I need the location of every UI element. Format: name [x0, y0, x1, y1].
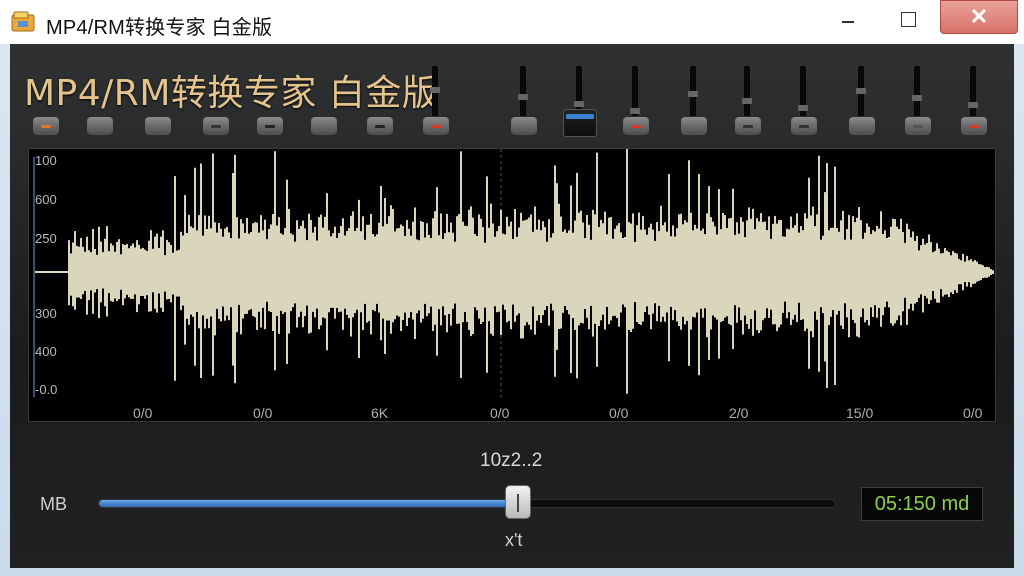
fader-thumb[interactable] [912, 95, 922, 101]
pause-icon [375, 124, 385, 128]
tool-button-15[interactable] [848, 116, 876, 136]
y-label: -0.0 [35, 382, 58, 397]
minimize-icon [842, 21, 854, 23]
blank-icon [519, 125, 529, 128]
time-display-text: 05:150 md [874, 492, 970, 515]
play-icon [743, 124, 753, 128]
blank-icon [319, 125, 329, 128]
main-panel: MP4/RM转换专家 白金版 100 600 250 300 400 -0.0 … [10, 44, 1014, 568]
maximize-icon [900, 11, 916, 27]
x-label: 0/0 [609, 405, 629, 421]
fader-thumb[interactable] [574, 101, 584, 107]
lines-icon [799, 124, 809, 128]
tool-button-10[interactable] [563, 109, 597, 137]
fader-thumb[interactable] [630, 108, 640, 114]
tool-button-11[interactable] [622, 116, 650, 136]
fader-thumb[interactable] [688, 91, 698, 97]
dash-icon [913, 124, 923, 128]
y-label: 300 [35, 306, 57, 321]
app-icon [11, 11, 35, 32]
mb-label: MB [40, 494, 67, 514]
waveform-bars [68, 149, 994, 394]
waveform-display[interactable] [29, 149, 995, 421]
app-window: MP4/RM转换专家 白金版 ✕ MP4/RM转换专家 白金版 100 600 … [0, 0, 1024, 576]
blank-icon [857, 125, 867, 128]
tool-button-9[interactable] [510, 116, 538, 136]
tool-button-3[interactable] [144, 116, 172, 136]
brand-title: MP4/RM转换专家 白金版 [24, 73, 439, 114]
split-icon [265, 124, 275, 128]
fader-thumb[interactable] [856, 88, 866, 94]
x-label: 0/0 [133, 405, 153, 421]
window-title: MP4/RM转换专家 白金版 [46, 17, 273, 39]
fader-thumb[interactable] [518, 94, 528, 100]
orange-dot-icon [41, 124, 51, 128]
tool-button-7[interactable] [366, 116, 394, 136]
red-slash-icon [969, 124, 979, 128]
plus-icon [211, 124, 221, 128]
blank-icon [153, 125, 163, 128]
time-display: 05:150 md [861, 487, 983, 521]
grip-icon [517, 494, 519, 512]
y-label: 600 [35, 192, 57, 207]
minimize-button[interactable] [822, 2, 874, 36]
x-label: 0/0 [253, 405, 273, 421]
progress-slider-thumb[interactable] [505, 485, 531, 519]
x-label: 0/0 [963, 405, 983, 421]
fader-thumb[interactable] [742, 98, 752, 104]
tool-button-5[interactable] [256, 116, 284, 136]
blank-icon [689, 125, 699, 128]
title-bar[interactable]: MP4/RM转换专家 白金版 ✕ [0, 0, 1024, 44]
tool-button-6[interactable] [310, 116, 338, 136]
close-button[interactable]: ✕ [940, 0, 1018, 34]
x-label: 2/0 [729, 405, 749, 421]
close-icon: ✕ [969, 4, 989, 29]
progress-slider-fill [99, 500, 519, 507]
blank-icon [95, 125, 105, 128]
tool-button-2[interactable] [86, 116, 114, 136]
y-label: 400 [35, 344, 57, 359]
tool-button-12[interactable] [680, 116, 708, 136]
position-readout: 10z2..2 [480, 450, 543, 471]
tool-button-17[interactable] [960, 116, 988, 136]
tool-button-13[interactable] [734, 116, 762, 136]
red-mark-icon [431, 124, 441, 128]
slider-thumb-label: x't [505, 530, 523, 550]
blue-bar-icon [566, 113, 594, 119]
maximize-button[interactable] [882, 2, 934, 36]
tool-button-1[interactable] [32, 116, 60, 136]
tool-button-4[interactable] [202, 116, 230, 136]
red-line-icon [631, 124, 641, 128]
x-label: 15/0 [846, 405, 874, 421]
fader-thumb[interactable] [968, 102, 978, 108]
waveform-panel[interactable]: 100 600 250 300 400 -0.0 0/0 0/0 6K 0/0 … [28, 148, 996, 422]
tool-button-14[interactable] [790, 116, 818, 136]
y-label: 250 [35, 231, 57, 246]
x-label: 6K [371, 405, 389, 421]
x-label: 0/0 [490, 405, 510, 421]
fader-thumb[interactable] [430, 87, 440, 93]
tool-button-16[interactable] [904, 116, 932, 136]
y-label: 100 [35, 153, 57, 168]
progress-slider-track[interactable] [98, 499, 836, 508]
fader-thumb[interactable] [798, 105, 808, 111]
tool-button-8[interactable] [422, 116, 450, 136]
